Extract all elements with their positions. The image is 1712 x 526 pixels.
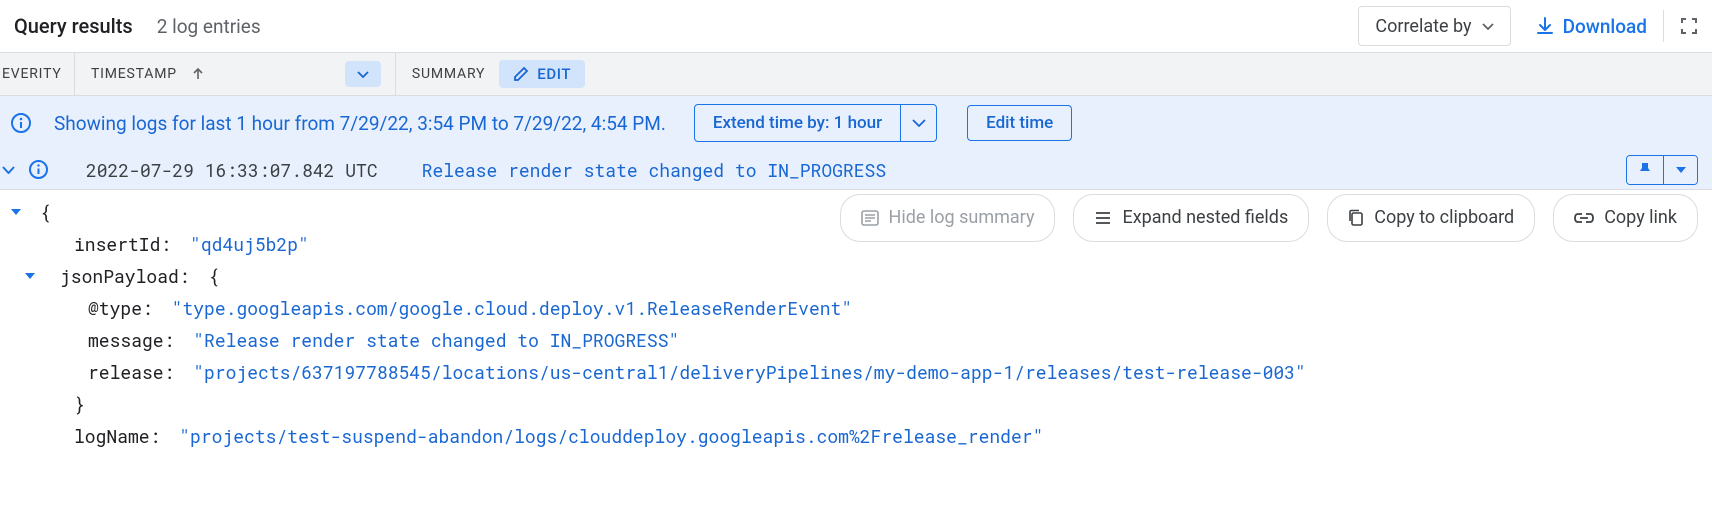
- json-key-insertid[interactable]: insertId: [74, 232, 160, 256]
- extend-time-dropdown[interactable]: [900, 105, 936, 141]
- json-value-attype[interactable]: "type.googleapis.com/google.cloud.deploy…: [172, 296, 853, 320]
- caret-down-icon: [1482, 23, 1494, 30]
- info-icon: [0, 112, 54, 134]
- edit-summary-button[interactable]: EDIT: [499, 60, 585, 88]
- extend-time-label: Extend time by: 1 hour: [695, 105, 900, 141]
- json-key-jsonpayload[interactable]: jsonPayload: [60, 264, 179, 288]
- correlate-by-dropdown[interactable]: Correlate by: [1358, 6, 1510, 46]
- severity-info-icon[interactable]: [22, 159, 54, 180]
- copy-link-button[interactable]: Copy link: [1553, 194, 1698, 242]
- expand-log-button[interactable]: [0, 166, 22, 174]
- pin-icon: [1638, 162, 1652, 178]
- column-header-severity[interactable]: EVERITY: [0, 66, 74, 82]
- collapse-toggle[interactable]: [20, 273, 40, 279]
- json-key-release[interactable]: release: [88, 360, 164, 384]
- timestamp-dropdown-button[interactable]: [345, 61, 381, 87]
- json-key-logname[interactable]: logName: [74, 424, 150, 448]
- column-divider: [74, 52, 75, 96]
- copy-clipboard-label: Copy to clipboard: [1374, 202, 1514, 234]
- caret-down-icon: [11, 209, 21, 215]
- pin-button[interactable]: [1627, 156, 1663, 184]
- text-box-icon: [861, 210, 879, 226]
- results-count: 2 log entries: [157, 15, 1359, 38]
- expand-nested-label: Expand nested fields: [1122, 202, 1288, 234]
- caret-down-icon: [25, 273, 35, 279]
- edit-label: EDIT: [537, 65, 571, 83]
- json-value-release[interactable]: "projects/637197788545/locations/us-cent…: [193, 360, 1306, 384]
- download-icon: [1535, 16, 1555, 36]
- download-label: Download: [1563, 15, 1647, 38]
- pin-dropdown-button[interactable]: [1663, 156, 1697, 184]
- json-value-insertid[interactable]: "qd4uj5b2p": [190, 232, 309, 256]
- json-key-message[interactable]: message: [88, 328, 164, 352]
- download-button[interactable]: Download: [1535, 15, 1647, 38]
- json-key-attype[interactable]: @type: [88, 296, 142, 320]
- fullscreen-icon[interactable]: [1680, 17, 1698, 35]
- time-range-text: Showing logs for last 1 hour from 7/29/2…: [54, 112, 666, 135]
- expand-icon: [1094, 211, 1112, 225]
- column-header-timestamp[interactable]: TIMESTAMP: [91, 66, 205, 82]
- log-summary-text: Release render state changed to IN_PROGR…: [422, 158, 1626, 182]
- log-timestamp: 2022-07-29 16:33:07.842 UTC: [86, 158, 378, 182]
- copy-link-label: Copy link: [1604, 202, 1677, 234]
- chevron-down-icon: [912, 119, 926, 127]
- json-value-message[interactable]: "Release render state changed to IN_PROG…: [193, 328, 679, 352]
- json-brace-open: {: [26, 196, 51, 228]
- collapse-toggle[interactable]: [6, 209, 26, 215]
- caret-down-icon: [1676, 167, 1686, 173]
- json-brace-close: }: [26, 388, 85, 420]
- hide-log-label: Hide log summary: [889, 202, 1035, 234]
- json-value-logname[interactable]: "projects/test-suspend-abandon/logs/clou…: [179, 424, 1043, 448]
- sort-ascending-icon: [191, 67, 205, 81]
- divider: [1663, 10, 1664, 42]
- hide-log-summary-button[interactable]: Hide log summary: [840, 194, 1056, 242]
- json-brace-open: {: [208, 264, 219, 288]
- caret-down-icon: [357, 71, 369, 78]
- clipboard-icon: [1348, 209, 1364, 227]
- copy-clipboard-button[interactable]: Copy to clipboard: [1327, 194, 1535, 242]
- edit-time-button[interactable]: Edit time: [967, 105, 1072, 141]
- correlate-label: Correlate by: [1375, 16, 1471, 37]
- timestamp-label: TIMESTAMP: [91, 66, 177, 82]
- link-icon: [1574, 212, 1594, 224]
- chevron-down-icon: [2, 166, 15, 174]
- column-header-summary: SUMMARY: [412, 66, 485, 82]
- page-title: Query results: [14, 14, 133, 38]
- column-divider: [395, 52, 396, 96]
- pencil-icon: [513, 66, 529, 82]
- extend-time-button[interactable]: Extend time by: 1 hour: [694, 104, 937, 142]
- expand-nested-button[interactable]: Expand nested fields: [1073, 194, 1309, 242]
